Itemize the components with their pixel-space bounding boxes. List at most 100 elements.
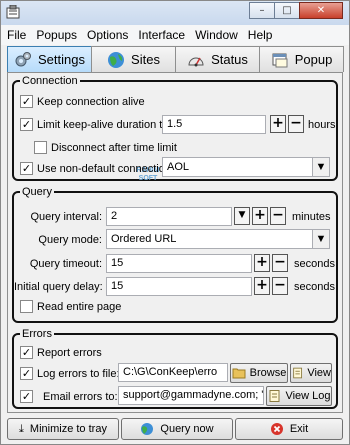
query-interval-minus-button[interactable]: −: [270, 207, 286, 225]
menu-help[interactable]: Help: [248, 28, 273, 42]
query-timeout-unit: seconds: [294, 258, 335, 270]
read-entire-label: Read entire page: [37, 300, 122, 313]
gears-icon: [15, 51, 31, 66]
query-interval-dropdown[interactable]: ▼: [234, 207, 250, 225]
exit-button[interactable]: Exit: [235, 418, 343, 440]
app-icon: [6, 5, 20, 19]
initial-delay-label: Initial query delay:: [14, 281, 103, 293]
query-timeout-minus-button[interactable]: −: [272, 254, 288, 272]
globe-icon: [108, 51, 125, 68]
gauge-icon: [188, 57, 204, 66]
settings-panel: Connection ✓ Keep connection alive RAHIM…: [7, 72, 343, 413]
tab-status[interactable]: Status: [175, 46, 260, 72]
query-interval-unit: minutes: [292, 211, 331, 223]
limit-row: ✓ Limit keep-alive duration to:: [20, 118, 172, 131]
menu-window[interactable]: Window: [195, 28, 238, 42]
log-file-input[interactable]: C:\G\ConKeep\erro: [118, 363, 228, 382]
watermark-line2: SOFT: [138, 175, 158, 182]
report-errors-checkbox[interactable]: ✓: [20, 346, 33, 359]
disconnect-row: Disconnect after time limit: [34, 141, 177, 154]
nondefault-row: ✓ Use non-default connection:: [20, 162, 174, 175]
report-errors-row: ✓ Report errors: [20, 346, 102, 359]
document-icon: [269, 390, 280, 402]
tab-popup[interactable]: Popup: [259, 46, 344, 72]
arrow-down-bar-icon: ⤓: [19, 422, 24, 435]
close-window-button[interactable]: ✕: [299, 2, 343, 19]
tab-status-label: Status: [211, 52, 248, 67]
log-file-row: ✓ Log errors to file:: [20, 367, 120, 380]
limit-checkbox[interactable]: ✓: [20, 118, 33, 131]
view-log-button-label: View Log: [285, 390, 331, 402]
nondefault-label: Use non-default connection:: [37, 162, 174, 175]
browse-button[interactable]: Browse: [230, 363, 288, 383]
globe-icon: [141, 423, 154, 435]
email-label: Email errors to:: [43, 390, 118, 403]
limit-minus-button[interactable]: −: [288, 115, 304, 133]
exit-label: Exit: [289, 423, 309, 435]
limit-duration-input[interactable]: 1.5: [162, 115, 266, 134]
connection-select[interactable]: AOL ▼: [162, 157, 330, 177]
query-now-button[interactable]: Query now: [121, 418, 233, 440]
browse-button-label: Browse: [249, 367, 287, 379]
maximize-window-button[interactable]: □: [274, 2, 300, 19]
tab-popup-label: Popup: [294, 52, 333, 67]
limit-unit: hours: [308, 119, 336, 131]
email-row: ✓ Email errors to:: [20, 390, 118, 403]
initial-delay-plus-button[interactable]: +: [254, 277, 270, 295]
minimize-to-tray-button[interactable]: ⤓ Minimize to tray: [7, 418, 119, 440]
email-input[interactable]: support@gammadyne.com; "Gre|: [118, 386, 264, 405]
connection-select-value: AOL: [167, 161, 190, 173]
query-mode-value: Ordered URL: [111, 233, 177, 245]
email-checkbox[interactable]: ✓: [20, 390, 33, 403]
folder-icon: [232, 368, 246, 379]
disconnect-label: Disconnect after time limit: [51, 141, 177, 154]
query-interval-input[interactable]: 2: [106, 207, 232, 226]
view-button[interactable]: View: [290, 363, 332, 383]
read-entire-checkbox[interactable]: [20, 300, 33, 313]
keep-alive-label: Keep connection alive: [37, 95, 145, 108]
menu-bar: File Popups Options Interface Window Hel…: [1, 25, 349, 45]
report-errors-label: Report errors: [37, 346, 102, 359]
menu-file[interactable]: File: [7, 28, 26, 42]
query-timeout-input[interactable]: 15: [106, 254, 252, 273]
popup-window-icon: [272, 53, 288, 67]
exit-icon: [270, 423, 283, 435]
log-file-checkbox[interactable]: ✓: [20, 367, 33, 380]
disconnect-checkbox[interactable]: [34, 141, 47, 154]
read-entire-row: Read entire page: [20, 300, 121, 313]
errors-legend: Errors: [22, 328, 52, 340]
view-button-label: View: [307, 367, 331, 379]
document-icon: [293, 367, 303, 379]
query-interval-plus-button[interactable]: +: [252, 207, 268, 225]
nondefault-checkbox[interactable]: ✓: [20, 162, 33, 175]
tab-sites[interactable]: Sites: [91, 46, 176, 72]
menu-options[interactable]: Options: [87, 28, 128, 42]
tab-sites-label: Sites: [131, 52, 160, 67]
initial-delay-input[interactable]: 15: [106, 277, 252, 296]
tab-settings[interactable]: Settings: [7, 46, 92, 72]
query-interval-label: Query interval:: [30, 211, 102, 223]
query-legend: Query: [22, 186, 52, 198]
limit-label: Limit keep-alive duration to:: [37, 118, 172, 131]
keep-alive-checkbox[interactable]: ✓: [20, 95, 33, 108]
menu-popups[interactable]: Popups: [36, 28, 77, 42]
chevron-down-icon[interactable]: ▼: [312, 230, 329, 248]
connection-legend: Connection: [22, 75, 78, 87]
tab-bar: Settings Sites Status Popup: [7, 46, 344, 72]
app-window: – □ ✕ File Popups Options Interface Wind…: [0, 0, 350, 445]
minimize-to-tray-label: Minimize to tray: [29, 423, 107, 435]
limit-plus-button[interactable]: +: [270, 115, 286, 133]
chevron-down-icon[interactable]: ▼: [312, 158, 329, 176]
query-timeout-label: Query timeout:: [29, 258, 102, 270]
query-now-label: Query now: [160, 423, 214, 435]
initial-delay-minus-button[interactable]: −: [272, 277, 288, 295]
title-bar: – □ ✕: [1, 1, 349, 25]
query-timeout-plus-button[interactable]: +: [254, 254, 270, 272]
view-log-button[interactable]: View Log: [266, 386, 332, 406]
menu-interface[interactable]: Interface: [138, 28, 185, 42]
query-mode-select[interactable]: Ordered URL ▼: [106, 229, 330, 249]
initial-delay-unit: seconds: [294, 281, 335, 293]
minimize-window-button[interactable]: –: [249, 2, 275, 19]
keep-alive-row: ✓ Keep connection alive: [20, 95, 145, 108]
query-mode-label: Query mode:: [38, 234, 102, 246]
